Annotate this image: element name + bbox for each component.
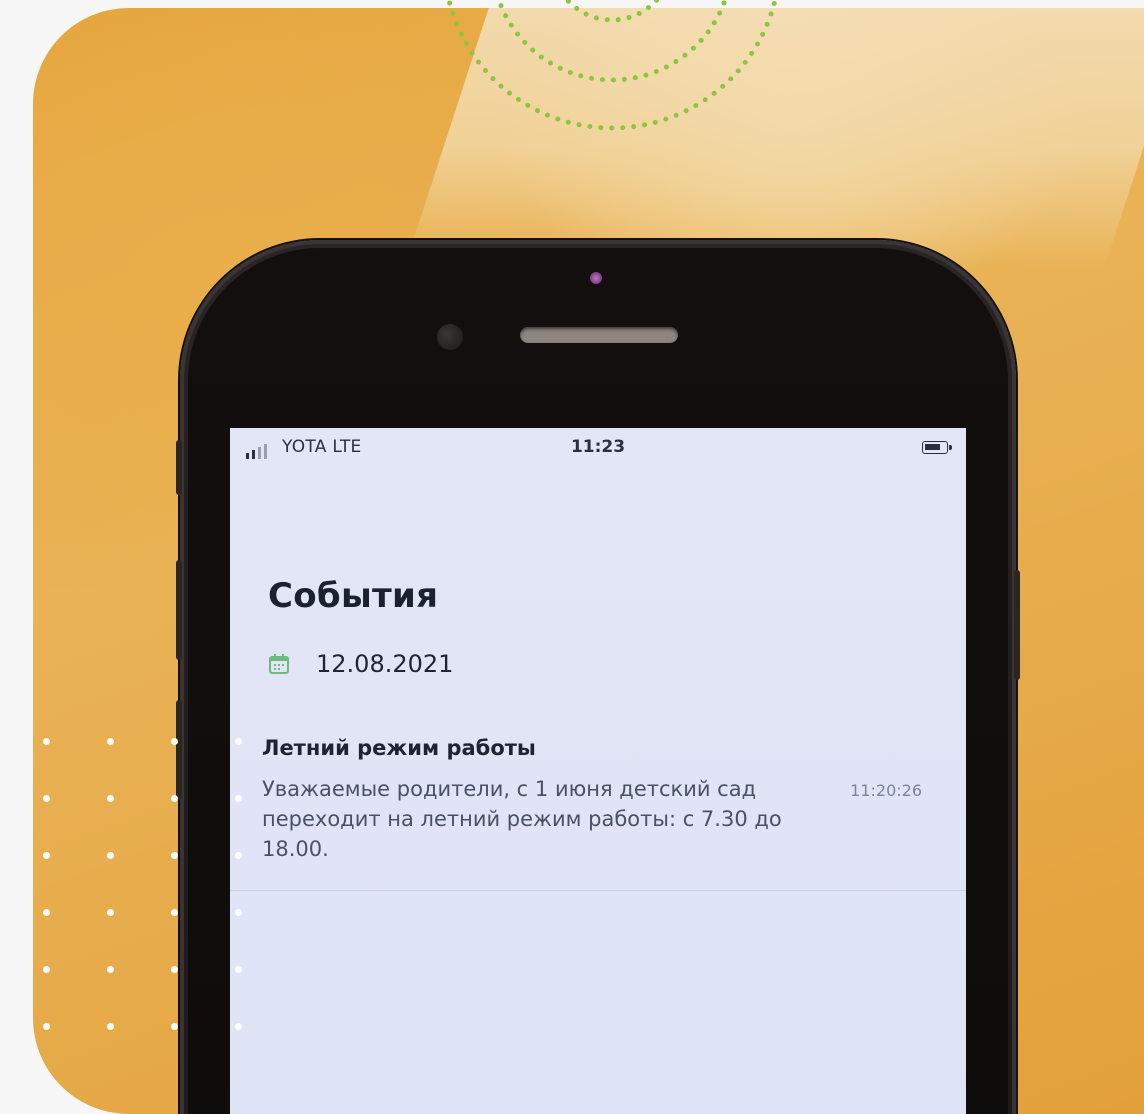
status-time: 11:23 (570, 437, 626, 457)
earpiece-speaker (520, 327, 678, 343)
decor-dot (107, 1023, 114, 1030)
proximity-sensor (590, 272, 602, 284)
volume-up-button (176, 560, 182, 660)
decor-dot (43, 909, 50, 916)
front-camera (437, 324, 463, 350)
decor-dot (235, 1023, 242, 1030)
decor-dot (171, 966, 178, 973)
event-item[interactable]: Летний режим работы Уважаемые родители, … (262, 736, 952, 864)
decor-dot (107, 966, 114, 973)
phone-screen: YOTA LTE 11:23 События 12.08.2021 Летний… (230, 428, 966, 1114)
date-picker[interactable]: 12.08.2021 (268, 650, 453, 678)
calendar-icon (269, 654, 289, 674)
decor-dot (171, 909, 178, 916)
decor-dot (107, 909, 114, 916)
decor-dot (171, 738, 178, 745)
decor-dot (43, 738, 50, 745)
wall-light (404, 8, 1144, 268)
decor-dot (235, 966, 242, 973)
list-divider (230, 890, 966, 891)
decor-dot (235, 852, 242, 859)
event-title: Летний режим работы (262, 736, 536, 760)
battery-icon (922, 441, 952, 454)
decor-dot (235, 738, 242, 745)
event-time: 11:20:26 (850, 781, 922, 800)
event-body: Уважаемые родители, с 1 июня детский сад… (262, 777, 782, 861)
decor-dot (171, 795, 178, 802)
decor-dot (107, 738, 114, 745)
decor-dot (171, 1023, 178, 1030)
smartphone: YOTA LTE 11:23 События 12.08.2021 Летний… (176, 240, 1020, 1114)
decor-dot (43, 966, 50, 973)
decor-dot (235, 909, 242, 916)
decor-dot (171, 852, 178, 859)
selected-date: 12.08.2021 (316, 650, 454, 678)
decor-dot (107, 795, 114, 802)
decor-dot (235, 795, 242, 802)
decorative-dot-grid (33, 730, 273, 1050)
power-button (1014, 570, 1020, 680)
page-title: События (268, 576, 439, 616)
decor-dot (43, 795, 50, 802)
mute-switch (176, 440, 182, 495)
decor-dot (43, 1023, 50, 1030)
decor-dot (43, 852, 50, 859)
status-bar: YOTA LTE 11:23 (230, 428, 966, 470)
decor-dot (107, 852, 114, 859)
